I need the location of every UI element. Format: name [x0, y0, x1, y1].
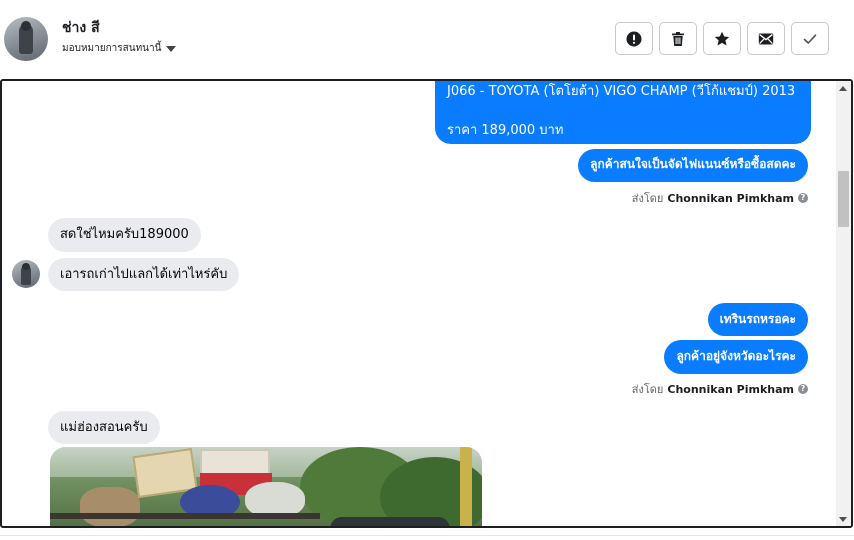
sent-by-prefix: ส่งโดย — [631, 383, 664, 396]
car-listing-bubble[interactable]: J066 - TOYOTA (โตโยต้า) VIGO CHAMP (วีโก… — [435, 81, 811, 144]
delete-button[interactable] — [659, 22, 697, 55]
check-icon — [803, 33, 817, 44]
mark-done-button[interactable] — [791, 22, 829, 55]
contact-avatar[interactable] — [4, 17, 48, 61]
sent-by-prefix: ส่งโดย — [631, 192, 664, 205]
mark-unread-button[interactable] — [747, 22, 785, 55]
incoming-message[interactable]: แม่ฮ่องสอนครับ — [48, 411, 160, 444]
question-icon[interactable]: ? — [798, 384, 808, 394]
outgoing-message[interactable]: เทรินรถหรอคะ — [707, 303, 808, 336]
sent-by-label: ส่งโดย Chonnikan Pimkham ? — [632, 380, 808, 398]
contact-name[interactable]: ช่าง สี — [62, 17, 100, 39]
conversation-actions — [615, 22, 829, 55]
scroll-down-arrow-icon[interactable] — [839, 517, 847, 522]
envelope-icon — [758, 33, 774, 44]
contact-avatar-small[interactable] — [12, 260, 40, 288]
outgoing-message[interactable]: ลูกค้าสนใจเป็นจัดไฟแนนซ์หรือซื้อสดคะ — [578, 149, 808, 182]
conversation-header: ช่าง สี มอบหมายการสนทนานี้ — [0, 0, 854, 80]
caret-down-icon — [166, 46, 177, 52]
mark-spam-button[interactable] — [615, 22, 653, 55]
thread-scrollbar[interactable] — [836, 81, 851, 526]
sent-by-agent: Chonnikan Pimkham — [667, 382, 794, 396]
scrollbar-thumb[interactable] — [838, 171, 849, 227]
incoming-message[interactable]: เอารถเก่าไปแลกได้เท่าไหร่คับ — [48, 258, 240, 291]
assign-conversation-dropdown[interactable]: มอบหมายการสนทนานี้ — [62, 41, 177, 56]
incoming-message[interactable]: สดใช่ไหมครับ189000 — [48, 218, 201, 252]
sent-by-agent: Chonnikan Pimkham — [667, 191, 794, 205]
incoming-photo-attachment[interactable] — [50, 447, 482, 526]
assign-label: มอบหมายการสนทนานี้ — [62, 43, 162, 54]
star-icon — [714, 31, 730, 45]
exclamation-circle-icon — [626, 31, 642, 46]
sent-by-label: ส่งโดย Chonnikan Pimkham ? — [632, 189, 808, 207]
car-listing-title: J066 - TOYOTA (โตโยต้า) VIGO CHAMP (วีโก… — [447, 84, 796, 99]
scroll-up-arrow-icon[interactable] — [839, 86, 847, 91]
composer-top-border — [0, 535, 854, 540]
star-button[interactable] — [703, 22, 741, 55]
trash-icon — [672, 31, 684, 46]
outgoing-message[interactable]: ลูกค้าอยู่จังหวัดอะไรคะ — [664, 340, 808, 374]
question-icon[interactable]: ? — [798, 193, 808, 203]
message-thread[interactable]: J066 - TOYOTA (โตโยต้า) VIGO CHAMP (วีโก… — [0, 79, 853, 528]
car-listing-price: ราคา 189,000 บาท — [447, 123, 564, 138]
